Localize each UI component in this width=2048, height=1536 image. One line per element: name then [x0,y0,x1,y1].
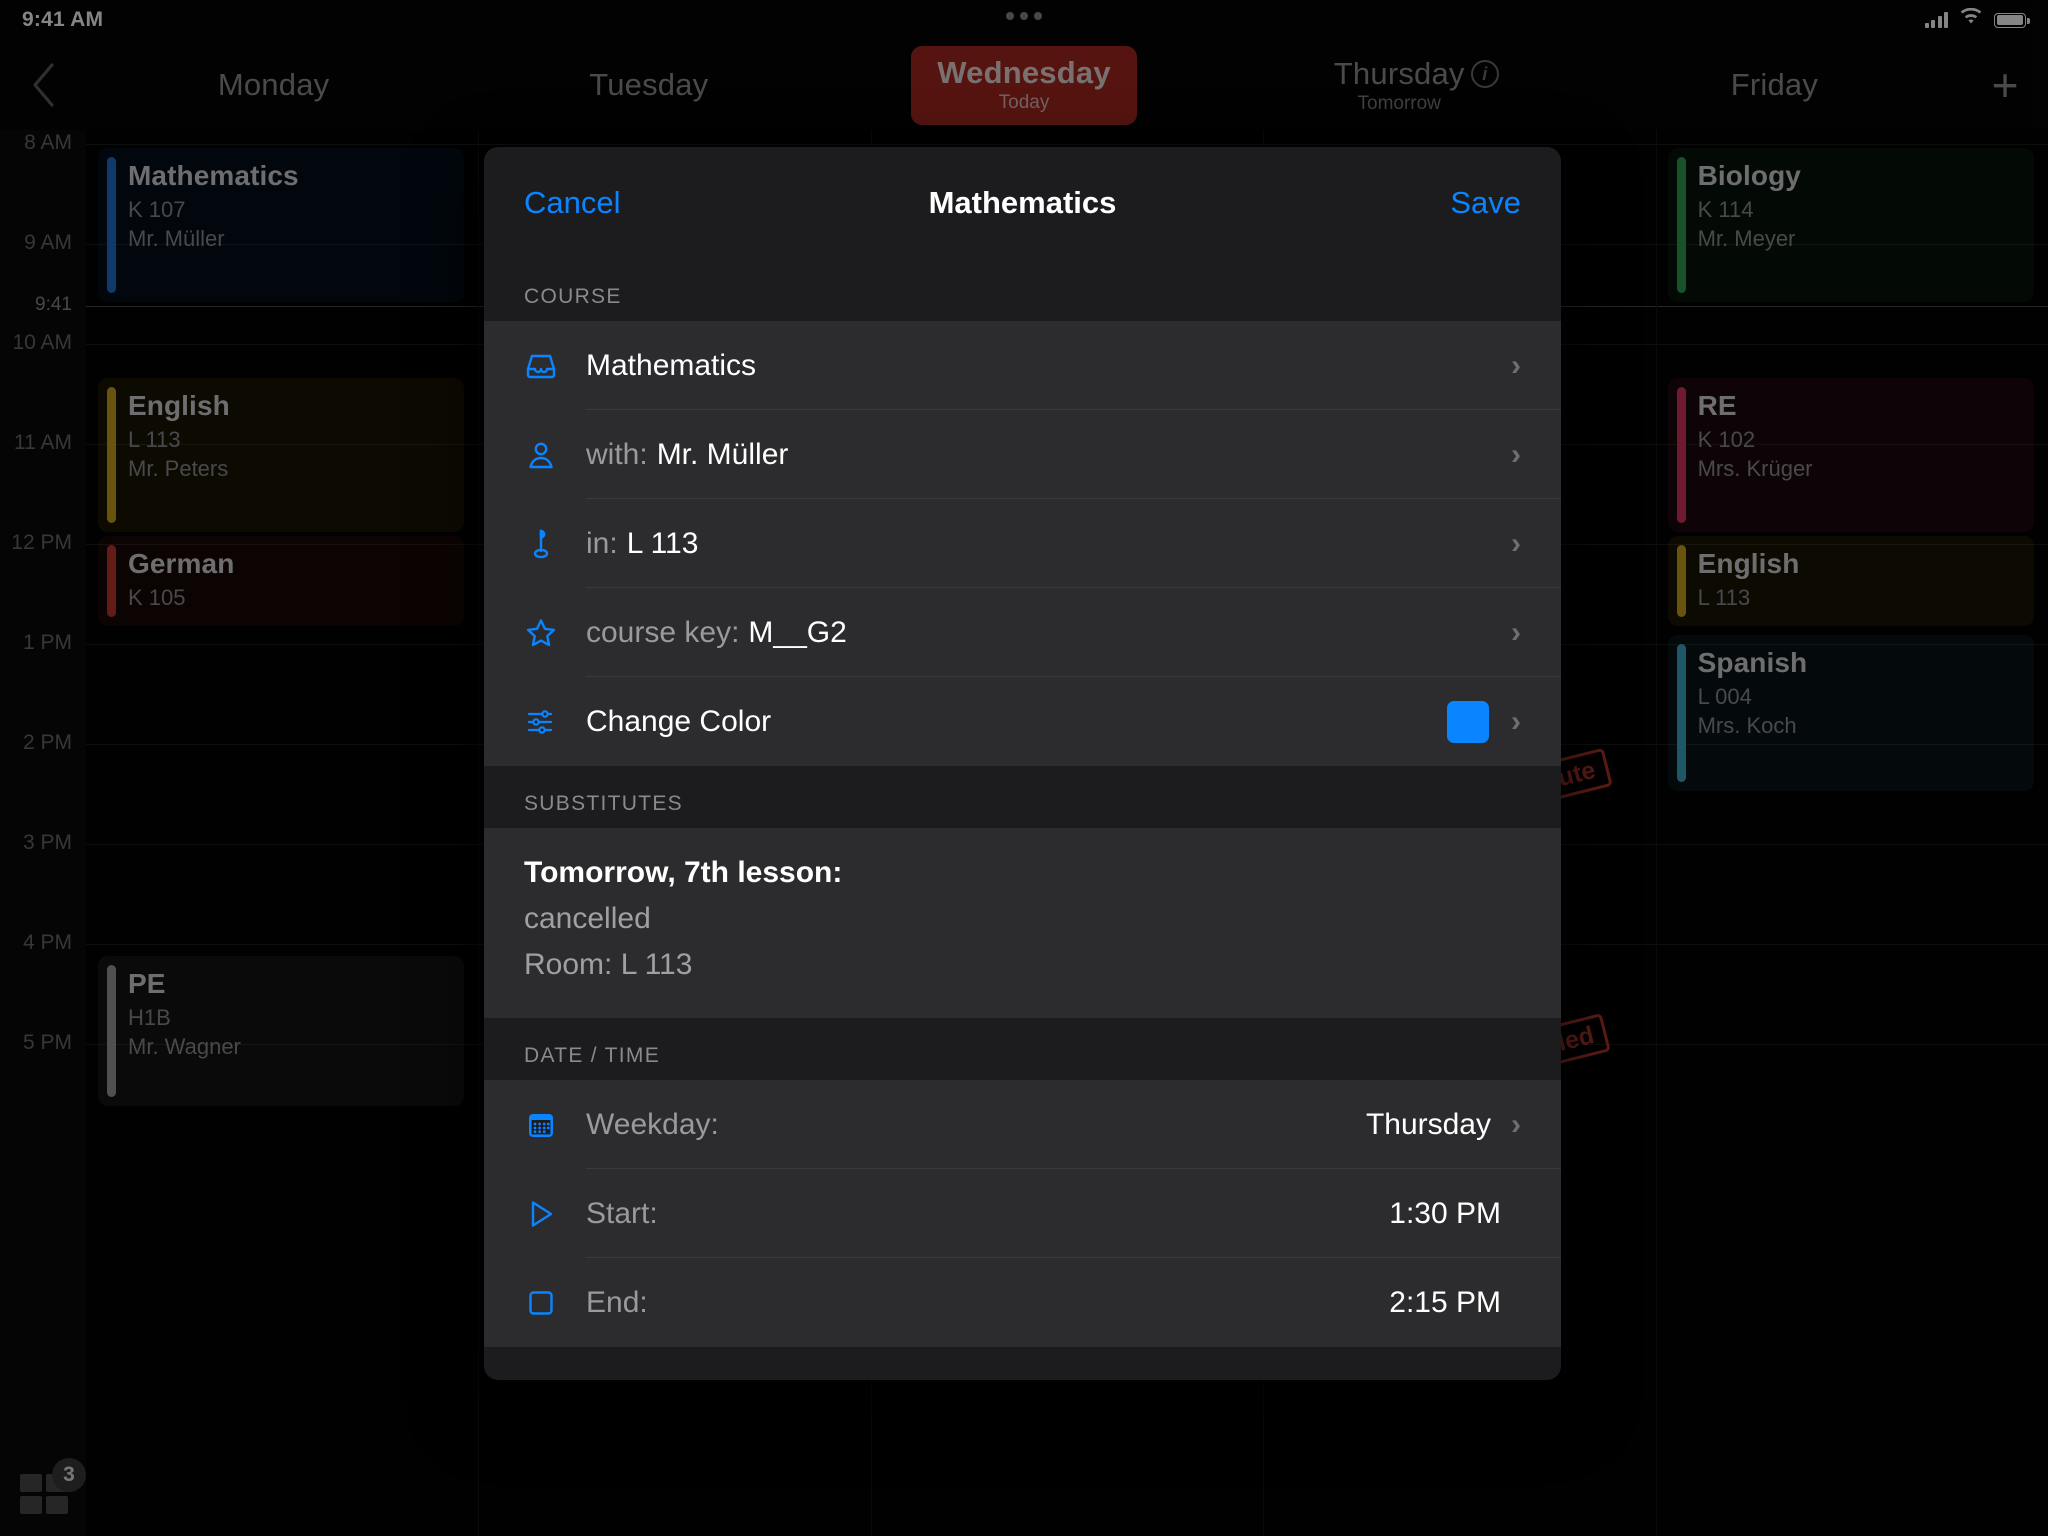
row-teacher[interactable]: with: Mr. Müller › [484,410,1561,499]
timetable-app-screen: 9:41 AM Monday Tuesday Wednesday Today T… [0,0,2048,1536]
calendar-icon [524,1108,586,1142]
weekday-value: Thursday [1365,1107,1491,1141]
chevron-right-icon: › [1511,704,1521,738]
tray-icon [524,349,586,383]
row-change-color[interactable]: Change Color › [484,677,1561,766]
cancel-button[interactable]: Cancel [524,185,674,221]
teacher-value: Mr. Müller [656,437,789,471]
chevron-right-icon: › [1511,348,1521,382]
stop-icon [524,1286,586,1320]
substitute-room: Room: L 113 [524,948,693,981]
course-name-value: Mathematics [586,348,757,382]
pin-icon [524,527,586,561]
room-value: L 113 [626,526,699,560]
chevron-right-icon: › [1511,615,1521,649]
substitute-title: Tomorrow, 7th lesson: [524,856,843,889]
row-start-time[interactable]: Start: 1:30 PM [484,1169,1561,1258]
start-value: 1:30 PM [1389,1196,1501,1230]
sliders-icon [524,705,586,739]
start-label: Start: [586,1196,658,1230]
play-icon [524,1197,586,1231]
row-weekday[interactable]: Weekday: Thursday › [484,1080,1561,1169]
change-color-label: Change Color [586,704,772,738]
row-course-key[interactable]: course key: M__G2 › [484,588,1561,677]
teacher-label: with: [586,437,648,471]
end-label: End: [586,1285,648,1319]
lesson-detail-modal: Cancel Mathematics Save COURSE Mathemati… [484,147,1561,1380]
row-end-time[interactable]: End: 2:15 PM [484,1258,1561,1347]
course-section-header: COURSE [484,259,1561,321]
row-room[interactable]: in: L 113 › [484,499,1561,588]
end-value: 2:15 PM [1389,1285,1501,1319]
row-course-name[interactable]: Mathematics › [484,321,1561,410]
star-icon [524,616,586,650]
substitutes-section-header: SUBSTITUTES [484,766,1561,828]
color-swatch[interactable] [1447,700,1489,743]
modal-header: Cancel Mathematics Save [484,147,1561,259]
weekday-label: Weekday: [586,1107,719,1141]
chevron-right-icon: › [1511,437,1521,471]
substitute-status: cancelled [524,902,651,935]
person-icon [524,438,586,472]
course-section: Mathematics › with: Mr. Müller › in: L 1… [484,321,1561,766]
chevron-right-icon: › [1511,1107,1521,1141]
datetime-section-header: DATE / TIME [484,1018,1561,1080]
datetime-section: Weekday: Thursday › Start: 1:30 PM End: … [484,1080,1561,1347]
course-key-label: course key: [586,615,740,649]
save-button[interactable]: Save [1371,185,1521,221]
substitutes-section: Tomorrow, 7th lesson: cancelled Room: L … [484,828,1561,1018]
chevron-right-icon: › [1511,526,1521,560]
modal-title: Mathematics [928,185,1117,220]
room-label: in: [586,526,618,560]
course-key-value: M__G2 [748,615,847,649]
